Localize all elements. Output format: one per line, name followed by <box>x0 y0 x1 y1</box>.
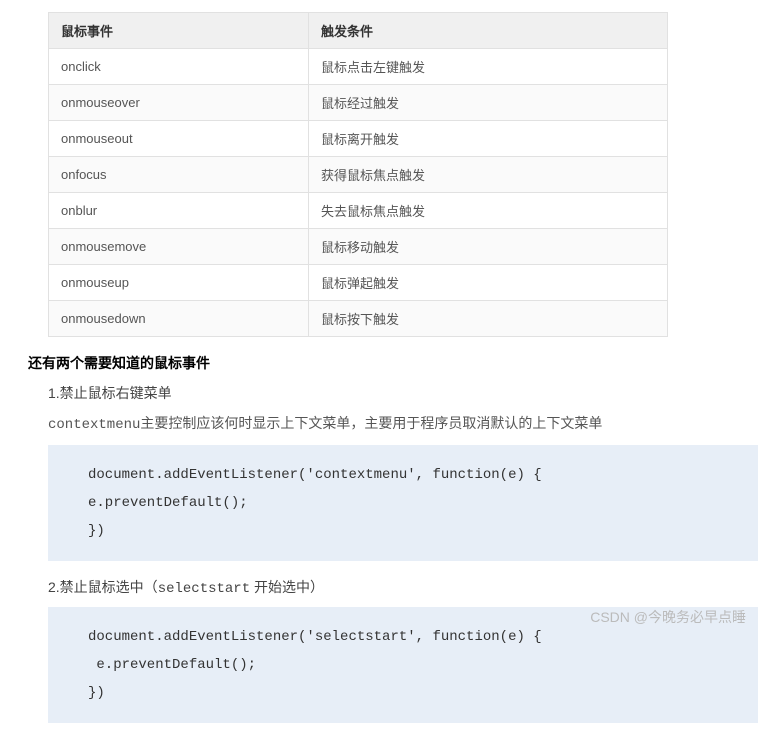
table-row: onmouseover鼠标经过触发 <box>49 85 668 121</box>
table-cell-event: onclick <box>49 49 309 85</box>
table-cell-condition: 失去鼠标焦点触发 <box>308 193 667 229</box>
table-cell-condition: 鼠标移动触发 <box>308 229 667 265</box>
table-row: onfocus获得鼠标焦点触发 <box>49 157 668 193</box>
table-row: onmousemove鼠标移动触发 <box>49 229 668 265</box>
watermark: CSDN @今晚务必早点睡 <box>590 607 746 627</box>
item2-heading: 2.禁止鼠标选中（selectstart 开始选中） <box>48 577 758 597</box>
table-cell-event: onmouseout <box>49 121 309 157</box>
table-row: onblur失去鼠标焦点触发 <box>49 193 668 229</box>
table-header-event: 鼠标事件 <box>49 13 309 49</box>
item1-description: contextmenu主要控制应该何时显示上下文菜单，主要用于程序员取消默认的上… <box>48 413 758 433</box>
item1-desc-text: 主要控制应该何时显示上下文菜单，主要用于程序员取消默认的上下文菜单 <box>140 415 602 431</box>
item2-heading-suffix: 开始选中） <box>250 579 324 595</box>
table-body: onclick鼠标点击左键触发onmouseover鼠标经过触发onmouseo… <box>49 49 668 337</box>
table-cell-event: onfocus <box>49 157 309 193</box>
item1-codeblock: document.addEventListener('contextmenu',… <box>48 445 758 561</box>
table-row: onmouseout鼠标离开触发 <box>49 121 668 157</box>
table-cell-event: onmousedown <box>49 301 309 337</box>
table-cell-condition: 鼠标离开触发 <box>308 121 667 157</box>
table-cell-condition: 鼠标按下触发 <box>308 301 667 337</box>
table-row: onmouseup鼠标弹起触发 <box>49 265 668 301</box>
table-row: onmousedown鼠标按下触发 <box>49 301 668 337</box>
table-cell-condition: 鼠标经过触发 <box>308 85 667 121</box>
table-row: onclick鼠标点击左键触发 <box>49 49 668 85</box>
table-cell-event: onblur <box>49 193 309 229</box>
item2-heading-code: selectstart <box>158 581 250 597</box>
table-header-condition: 触发条件 <box>308 13 667 49</box>
table-cell-condition: 获得鼠标焦点触发 <box>308 157 667 193</box>
mouse-events-table: 鼠标事件 触发条件 onclick鼠标点击左键触发onmouseover鼠标经过… <box>48 12 668 337</box>
item1-heading: 1.禁止鼠标右键菜单 <box>48 383 758 403</box>
table-cell-event: onmousemove <box>49 229 309 265</box>
table-cell-event: onmouseover <box>49 85 309 121</box>
section-title: 还有两个需要知道的鼠标事件 <box>28 353 758 373</box>
item1-desc-code: contextmenu <box>48 417 140 433</box>
table-cell-event: onmouseup <box>49 265 309 301</box>
item2-heading-prefix: 2.禁止鼠标选中（ <box>48 579 158 595</box>
table-cell-condition: 鼠标点击左键触发 <box>308 49 667 85</box>
table-cell-condition: 鼠标弹起触发 <box>308 265 667 301</box>
